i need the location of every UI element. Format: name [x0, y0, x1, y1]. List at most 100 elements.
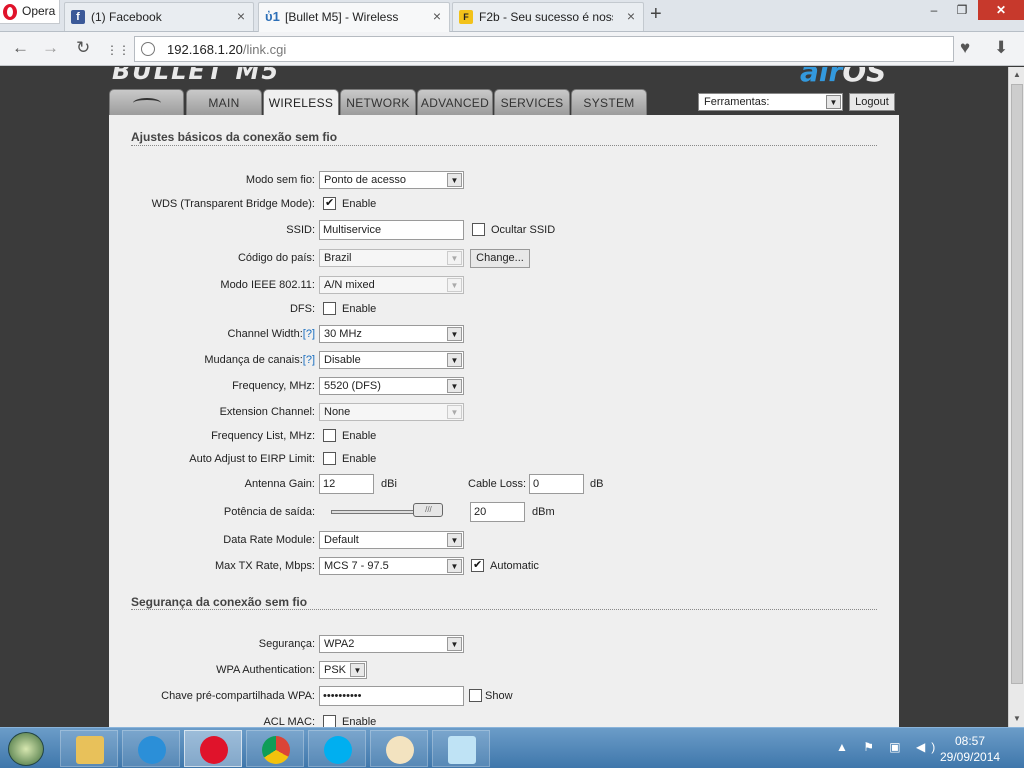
checkbox-label: Automatic: [490, 560, 539, 572]
window-close-button[interactable]: ✕: [978, 0, 1024, 20]
checkbox-label: Enable: [342, 430, 377, 442]
close-tab-icon[interactable]: ×: [237, 8, 245, 24]
field-label: Potência de saída:: [223, 506, 315, 518]
checkbox-label: Enable: [342, 198, 377, 210]
tab-advanced[interactable]: ADVANCED: [417, 89, 493, 115]
wds-checkbox[interactable]: [323, 196, 336, 210]
chevron-down-icon: ▼: [350, 663, 365, 677]
speed-dial-icon[interactable]: ⋮⋮: [106, 41, 130, 59]
field-label: Max TX Rate, Mbps:: [214, 560, 315, 572]
paint-icon: [386, 736, 414, 764]
row-antenna-gain: Antenna Gain: 12 dBi Cable Loss: 0 dB: [109, 474, 899, 495]
hide-ssid-checkbox[interactable]: [472, 223, 485, 236]
show-psk-checkbox[interactable]: [469, 689, 482, 702]
cable-loss-input[interactable]: 0: [529, 474, 584, 494]
country-select[interactable]: Brazil ▼: [319, 249, 464, 267]
tools-dropdown[interactable]: Ferramentas: ▼: [698, 93, 843, 111]
tab-system[interactable]: SYSTEM: [571, 89, 647, 115]
start-button[interactable]: [8, 732, 44, 766]
channel-width-select[interactable]: 30 MHz ▼: [319, 325, 464, 343]
row-extension-channel: Extension Channel: None ▼: [109, 403, 899, 423]
opera-menu-button[interactable]: Opera: [0, 0, 60, 24]
taskbar-ie[interactable]: [122, 730, 180, 767]
row-psk: Chave pré-compartilhada WPA: •••••••••• …: [109, 686, 899, 707]
tab-bullet-wireless[interactable]: ὐ1 [Bullet M5] - Wireless ×: [258, 2, 450, 32]
tab-facebook[interactable]: f (1) Facebook ×: [64, 2, 254, 31]
taskbar-paint[interactable]: [370, 730, 428, 767]
tab-f2b[interactable]: F F2b - Seu sucesso é nosso ×: [452, 2, 644, 31]
tab-network[interactable]: NETWORK: [340, 89, 416, 115]
new-tab-button[interactable]: +: [650, 4, 662, 24]
tab-services[interactable]: SERVICES: [494, 89, 570, 115]
output-power-input[interactable]: 20: [470, 502, 525, 522]
ssid-input[interactable]: Multiservice: [319, 220, 464, 240]
opera-icon: [200, 736, 228, 764]
help-link[interactable]: [?]: [303, 354, 315, 366]
logout-button[interactable]: Logout: [849, 93, 895, 111]
psk-input[interactable]: ••••••••••: [319, 686, 464, 706]
taskbar-explorer[interactable]: [60, 730, 118, 767]
section-divider: [131, 145, 877, 146]
site-info-icon[interactable]: [141, 42, 155, 56]
page-scrollbar[interactable]: ▲ ▼: [1008, 67, 1024, 727]
minimize-button[interactable]: –: [920, 0, 948, 20]
tab-ubnt-logo[interactable]: [109, 89, 184, 115]
chevron-down-icon: ▼: [447, 405, 462, 419]
change-country-button[interactable]: Change...: [470, 249, 530, 268]
eirp-checkbox[interactable]: [323, 452, 336, 465]
chevron-down-icon: ▼: [447, 327, 462, 341]
section-title-security: Segurança da conexão sem fio: [131, 595, 308, 609]
help-link[interactable]: [?]: [303, 328, 315, 340]
back-icon[interactable]: ←: [12, 39, 29, 57]
field-label: ACL MAC:: [263, 716, 315, 727]
max-tx-rate-select[interactable]: MCS 7 - 97.5 ▼: [319, 557, 464, 575]
data-rate-module-select[interactable]: Default ▼: [319, 531, 464, 549]
section-divider: [131, 609, 877, 610]
address-bar[interactable]: 192.168.1.20/link.cgi: [134, 36, 954, 62]
scrollbar-thumb[interactable]: [1011, 84, 1023, 684]
wpa-auth-select[interactable]: PSK ▼: [319, 661, 367, 679]
url-path: /link.cgi: [242, 42, 287, 57]
taskbar-opera[interactable]: [184, 730, 242, 767]
field-label: Frequency, MHz:: [232, 380, 315, 392]
clock-date[interactable]: 29/09/2014: [940, 750, 1000, 764]
ieee-mode-select[interactable]: A/N mixed ▼: [319, 276, 464, 294]
tab-main[interactable]: MAIN: [186, 89, 262, 115]
scroll-up-icon[interactable]: ▲: [1009, 67, 1024, 83]
wireless-mode-select[interactable]: Ponto de acesso ▼: [319, 171, 464, 189]
acl-checkbox[interactable]: [323, 715, 336, 727]
heart-icon[interactable]: ♥: [960, 39, 970, 57]
dfs-checkbox[interactable]: [323, 302, 336, 315]
row-acl: ACL MAC: Enable: [109, 713, 899, 727]
automatic-checkbox[interactable]: [471, 558, 484, 572]
frequency-select[interactable]: 5520 (DFS) ▼: [319, 377, 464, 395]
taskbar-skype[interactable]: [308, 730, 366, 767]
taskbar-notepad[interactable]: [432, 730, 490, 767]
field-label: Chave pré-compartilhada WPA:: [161, 690, 315, 702]
clock-time[interactable]: 08:57: [955, 734, 985, 748]
chevron-down-icon: ▼: [447, 533, 462, 547]
select-value: Default: [324, 534, 359, 546]
close-tab-icon[interactable]: ×: [433, 8, 441, 24]
url-host: 192.168.1.20: [167, 42, 243, 57]
channel-shift-select[interactable]: Disable ▼: [319, 351, 464, 369]
system-tray-icons[interactable]: ▲ ⚑ ▣ ◀): [836, 740, 941, 754]
chrome-icon: [262, 736, 290, 764]
field-label: DFS:: [289, 303, 315, 315]
close-tab-icon[interactable]: ×: [627, 8, 635, 24]
row-wireless-mode: Modo sem fio: Ponto de acesso ▼: [109, 171, 899, 191]
security-select[interactable]: WPA2 ▼: [319, 635, 464, 653]
extension-channel-select[interactable]: None ▼: [319, 403, 464, 421]
select-value: None: [324, 406, 351, 418]
row-channel-width: Channel Width:[?] 30 MHz ▼: [109, 325, 899, 345]
antenna-gain-input[interactable]: 12: [319, 474, 374, 494]
download-icon[interactable]: ⬇: [994, 39, 1008, 57]
tab-wireless[interactable]: WIRELESS: [263, 89, 339, 116]
taskbar-chrome[interactable]: [246, 730, 304, 767]
slider-handle[interactable]: ///: [413, 503, 444, 517]
scroll-down-icon[interactable]: ▼: [1009, 711, 1024, 727]
maximize-button[interactable]: ❐: [948, 0, 976, 20]
reload-icon[interactable]: ↻: [76, 39, 90, 57]
frequency-list-checkbox[interactable]: [323, 429, 336, 442]
forward-icon[interactable]: →: [42, 39, 59, 57]
